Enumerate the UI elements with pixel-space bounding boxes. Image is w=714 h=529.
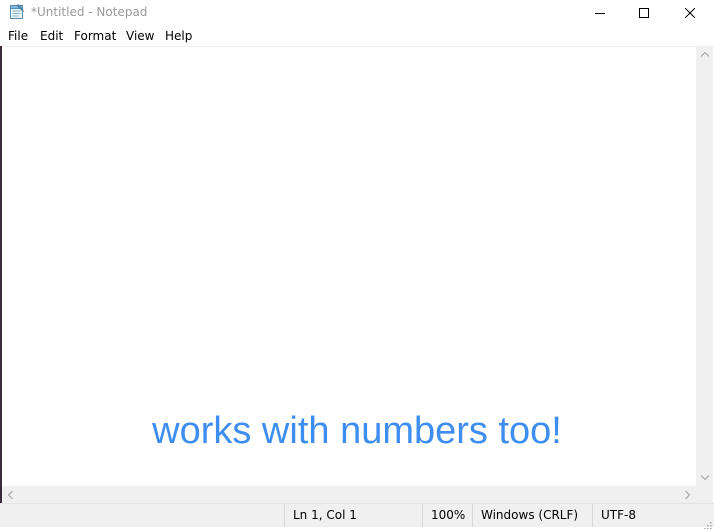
window-title: *Untitled - Notepad — [31, 5, 148, 19]
horizontal-scrollbar[interactable] — [2, 486, 696, 503]
status-encoding: UTF-8 — [592, 504, 714, 527]
status-cursor-position: Ln 1, Col 1 — [284, 504, 422, 527]
scroll-right-arrow-icon[interactable] — [679, 486, 696, 503]
scroll-left-arrow-icon[interactable] — [2, 486, 19, 503]
scroll-down-arrow-icon[interactable] — [696, 469, 713, 486]
maximize-button[interactable] — [621, 0, 667, 24]
overlay-caption: works with numbers too! — [152, 410, 562, 452]
minimize-icon — [595, 3, 605, 22]
title-bar[interactable]: *Untitled - Notepad — [0, 0, 714, 24]
menu-format[interactable]: Format — [74, 28, 116, 45]
menu-edit[interactable]: Edit — [40, 28, 63, 45]
notepad-icon[interactable] — [9, 3, 25, 20]
minimize-button[interactable] — [577, 0, 623, 24]
scrollbar-corner — [696, 486, 713, 503]
status-line-ending: Windows (CRLF) — [472, 504, 592, 527]
status-bar: Ln 1, Col 1 100% Windows (CRLF) UTF-8 — [0, 503, 714, 529]
menu-help[interactable]: Help — [165, 28, 192, 45]
close-icon — [684, 3, 696, 22]
notepad-window: *Untitled - Notepad File Edit Format Vie… — [0, 0, 714, 529]
menu-view[interactable]: View — [126, 28, 154, 45]
menu-file[interactable]: File — [8, 28, 28, 45]
resize-grip-icon[interactable] — [702, 515, 712, 529]
maximize-icon — [639, 3, 649, 22]
scroll-up-arrow-icon[interactable] — [696, 46, 713, 63]
menu-bar: File Edit Format View Help — [0, 27, 714, 46]
status-zoom-level: 100% — [422, 504, 472, 527]
close-button[interactable] — [667, 0, 713, 24]
